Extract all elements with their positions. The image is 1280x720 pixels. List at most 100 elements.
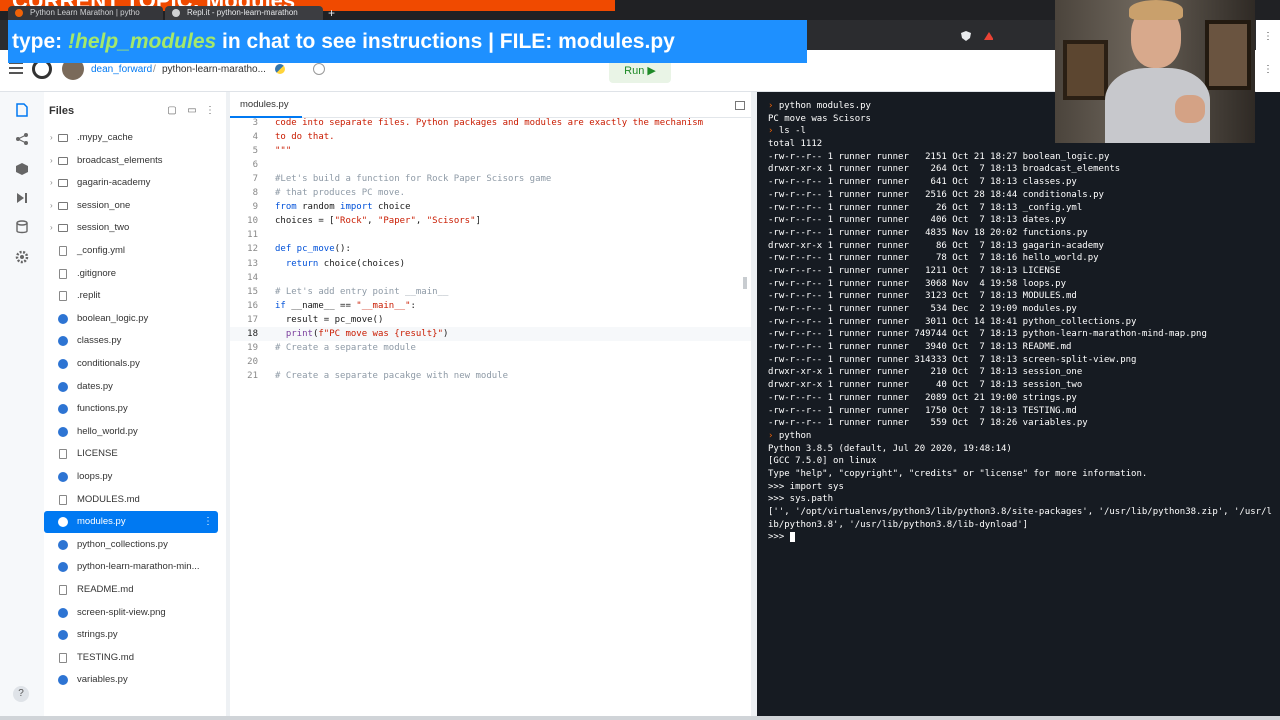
chevron-right-icon[interactable]: › xyxy=(50,195,53,217)
code-text[interactable]: # Let's add entry point __main__ xyxy=(275,285,448,299)
code-text[interactable]: to do that. xyxy=(275,130,335,144)
code-line[interactable]: 21 # Create a separate pacakge with new m… xyxy=(230,369,751,383)
database-icon[interactable] xyxy=(15,220,29,234)
chevron-right-icon[interactable]: › xyxy=(50,127,53,149)
code-line[interactable]: 18 print(f"PC move was {result}") xyxy=(230,326,751,341)
file-item[interactable]: MODULES.md xyxy=(44,489,218,511)
code-text[interactable]: print(f"PC move was {result}") xyxy=(275,327,449,341)
files-more-icon[interactable]: ⋮ xyxy=(205,106,215,116)
code-line[interactable]: 7 #Let's build a function for Rock Paper … xyxy=(230,172,751,186)
file-item[interactable]: loops.py xyxy=(44,466,218,488)
file-item[interactable]: functions.py xyxy=(44,398,218,420)
browser-tab-1[interactable]: Python Learn Marathon | pytho xyxy=(8,6,163,20)
file-item[interactable]: › session_two xyxy=(44,217,218,239)
terminal-line: drwxr-xr-x 1 runner runner 40 Oct 7 18:1… xyxy=(768,379,1278,392)
code-line[interactable]: 12 def pc_move(): xyxy=(230,242,751,256)
code-editor[interactable]: modules.py 3 code into separate files. Py… xyxy=(230,92,751,716)
files-icon[interactable] xyxy=(15,103,29,117)
code-line[interactable]: 16 if __name__ == "__main__": xyxy=(230,299,751,313)
file-item[interactable]: conditionals.py xyxy=(44,353,218,375)
file-item[interactable]: › gagarin-academy xyxy=(44,172,218,194)
code-line[interactable]: 19 # Create a separate module xyxy=(230,341,751,355)
code-line[interactable]: 8 # that produces PC move. xyxy=(230,186,751,200)
code-text[interactable]: if __name__ == "__main__": xyxy=(275,299,416,313)
file-item[interactable]: dates.py xyxy=(44,376,218,398)
new-tab-button[interactable]: + xyxy=(328,6,335,20)
code-line[interactable]: 3 code into separate files. Python packag… xyxy=(230,116,751,130)
code-line[interactable]: 14 xyxy=(230,271,751,285)
code-text[interactable]: #Let's build a function for Rock Paper S… xyxy=(275,172,551,186)
add-folder-icon[interactable]: ▭ xyxy=(187,106,197,116)
extension-icon[interactable] xyxy=(983,31,993,41)
terminal-text: -rw-r--r-- 1 runner runner 2516 Oct 28 1… xyxy=(768,189,1104,200)
line-number: 14 xyxy=(247,272,258,283)
code-text[interactable]: # Create a separate pacakge with new mod… xyxy=(275,369,508,383)
packages-icon[interactable] xyxy=(15,162,29,176)
file-item[interactable]: python-learn-marathon-min... xyxy=(44,556,218,578)
file-item[interactable]: boolean_logic.py xyxy=(44,308,218,330)
file-more-icon[interactable]: ⋮ xyxy=(203,511,213,533)
file-item[interactable]: › session_one xyxy=(44,195,218,217)
file-item[interactable]: python_collections.py xyxy=(44,534,218,556)
code-text[interactable]: """ xyxy=(275,144,291,158)
code-text[interactable]: # Create a separate module xyxy=(275,341,416,355)
file-item[interactable]: README.md xyxy=(44,579,218,601)
code-line[interactable]: 5 """ xyxy=(230,144,751,158)
code-line[interactable]: 6 xyxy=(230,158,751,172)
code-text[interactable]: return choice(choices) xyxy=(275,257,405,271)
file-item[interactable]: _config.yml xyxy=(44,240,218,262)
file-item[interactable]: › broadcast_elements xyxy=(44,150,218,172)
add-file-icon[interactable]: ▢ xyxy=(167,106,177,116)
code-text[interactable]: choices = ["Rock", "Paper", "Scisors"] xyxy=(275,214,481,228)
code-text[interactable]: def pc_move(): xyxy=(275,242,351,256)
code-line[interactable]: 4 to do that. xyxy=(230,130,751,144)
file-item[interactable]: hello_world.py xyxy=(44,421,218,443)
code-line[interactable]: 13 return choice(choices) xyxy=(230,257,751,271)
terminal-line: -rw-r--r-- 1 runner runner 1211 Oct 7 18… xyxy=(768,265,1278,278)
header-more-icon[interactable]: ⋮ xyxy=(1263,64,1273,75)
more-options-icon[interactable]: ⋮ xyxy=(1263,31,1273,42)
share-icon[interactable] xyxy=(15,132,29,146)
code-token: "Scisors" xyxy=(426,216,476,227)
terminal-output[interactable]: › python modules.py PC move was Scisors › … xyxy=(768,100,1278,544)
menu-icon[interactable] xyxy=(9,62,23,74)
line-number: 18 xyxy=(247,328,258,339)
file-item[interactable]: TESTING.md xyxy=(44,647,218,669)
repl-name[interactable]: python-learn-maratho... xyxy=(162,64,266,75)
code-text[interactable]: result = pc_move() xyxy=(275,313,384,327)
file-item[interactable]: screen-split-view.png xyxy=(44,602,218,624)
file-item[interactable]: › .mypy_cache xyxy=(44,127,218,149)
file-item[interactable]: strings.py xyxy=(44,624,218,646)
file-item[interactable]: .replit xyxy=(44,285,218,307)
split-pane-icon[interactable] xyxy=(735,101,745,110)
file-item[interactable]: LICENSE xyxy=(44,443,218,465)
owner-link[interactable]: dean_forward xyxy=(91,64,152,75)
tab-modules-py[interactable]: modules.py xyxy=(230,92,302,118)
editor-scrollbar[interactable] xyxy=(743,277,747,289)
code-text[interactable]: code into separate files. Python package… xyxy=(275,116,703,130)
chevron-right-icon[interactable]: › xyxy=(50,150,53,172)
file-item[interactable]: .gitignore xyxy=(44,263,218,285)
console-panel[interactable]: › python modules.py PC move was Scisors › … xyxy=(757,92,1280,716)
browser-tab-2[interactable]: Repl.it - python-learn-marathon xyxy=(165,6,323,20)
shield-icon[interactable] xyxy=(961,31,971,41)
code-line[interactable]: 17 result = pc_move() xyxy=(230,313,751,327)
settings-gear-icon[interactable] xyxy=(15,250,29,264)
code-line[interactable]: 10 choices = ["Rock", "Paper", "Scisors"] xyxy=(230,214,751,228)
code-line[interactable]: 9 from random import choice xyxy=(230,200,751,214)
code-text[interactable]: from random import choice xyxy=(275,200,411,214)
code-line[interactable]: 11 xyxy=(230,228,751,242)
help-icon[interactable]: ? xyxy=(13,686,29,702)
file-item[interactable]: modules.py ⋮ xyxy=(44,511,218,534)
terminal-line: ['', '/opt/virtualenvs/python3/lib/pytho… xyxy=(768,506,1278,519)
chevron-right-icon[interactable]: › xyxy=(50,172,53,194)
debugger-icon[interactable] xyxy=(15,191,29,205)
history-icon[interactable] xyxy=(313,63,325,75)
code-text[interactable]: # that produces PC move. xyxy=(275,186,405,200)
code-line[interactable]: 20 xyxy=(230,355,751,369)
file-item[interactable]: classes.py xyxy=(44,330,218,352)
code-line[interactable]: 15 # Let's add entry point __main__ xyxy=(230,285,751,299)
file-item[interactable]: variables.py xyxy=(44,669,218,691)
file-name: classes.py xyxy=(77,335,122,347)
chevron-right-icon[interactable]: › xyxy=(50,217,53,239)
